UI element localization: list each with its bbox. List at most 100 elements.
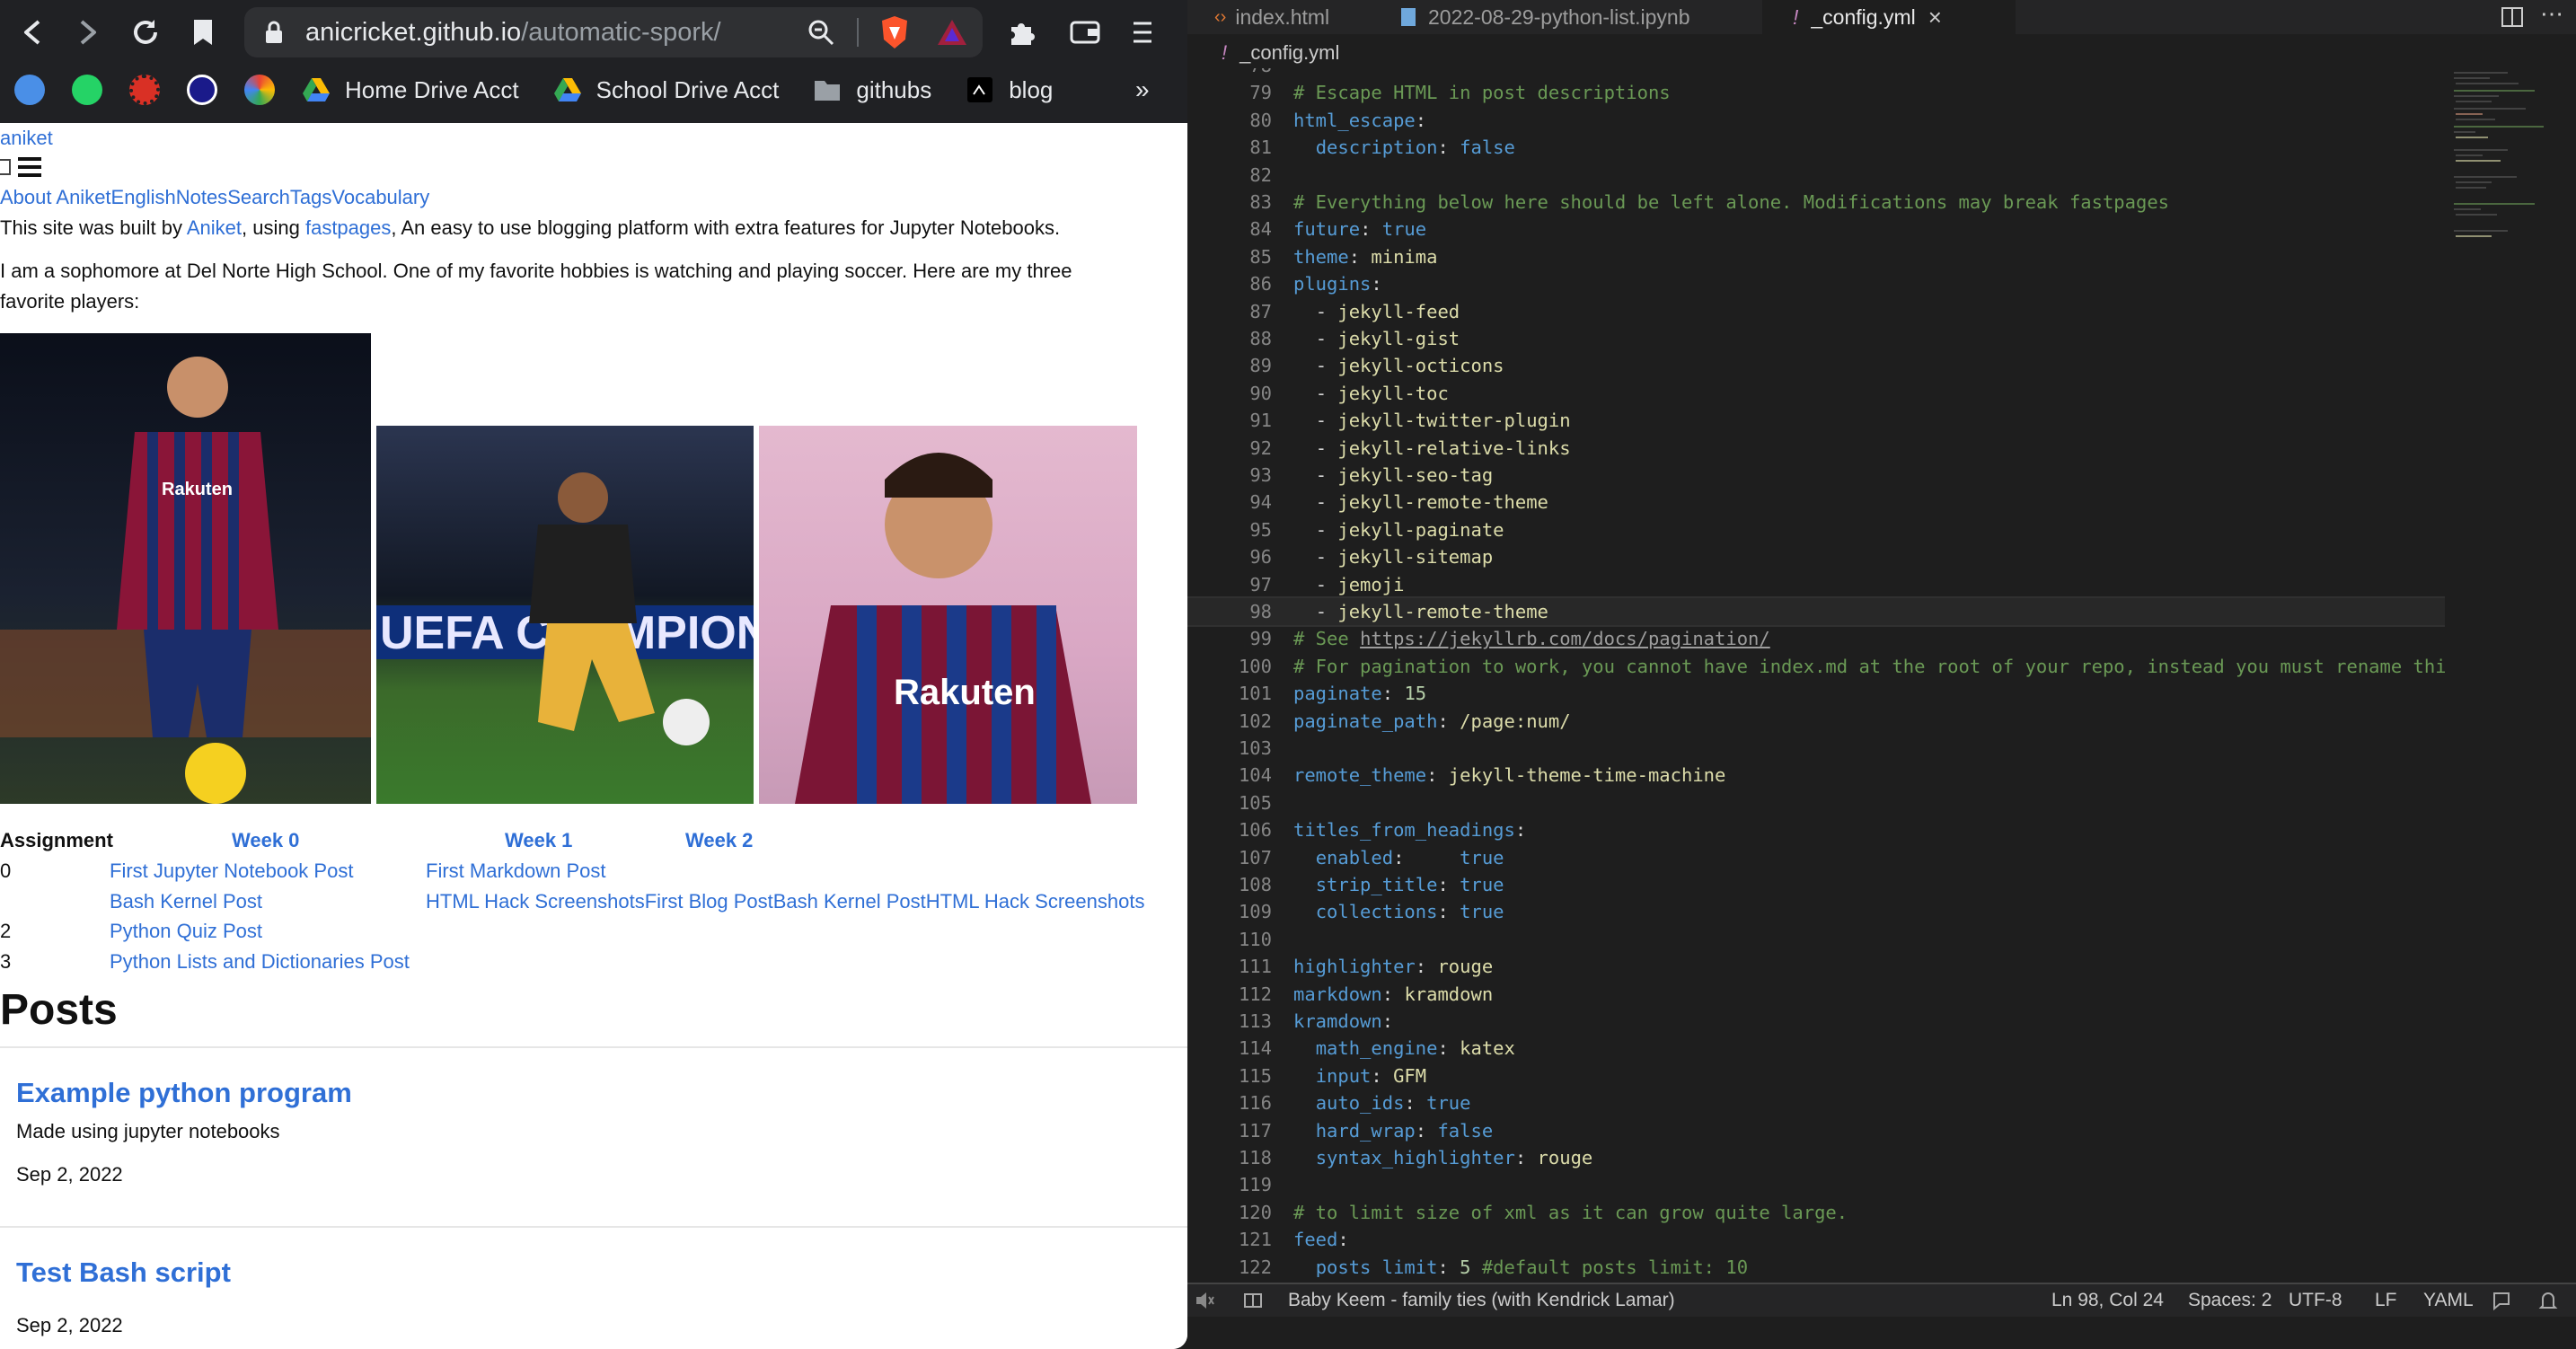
code-line[interactable]: 107 enabled: true xyxy=(1187,844,2445,871)
cursor-position[interactable]: Ln 98, Col 24 xyxy=(2051,1284,2164,1317)
table-row-link[interactable]: HTML Hack ScreenshotsFirst Blog PostBash… xyxy=(426,890,1144,913)
extensions-icon[interactable] xyxy=(1002,13,1042,52)
nav-link-notes[interactable]: Notes xyxy=(176,186,227,208)
code-line[interactable]: 93 - jekyll-seo-tag xyxy=(1187,462,2445,489)
encoding[interactable]: UTF-8 xyxy=(2289,1284,2342,1317)
zoom-icon[interactable] xyxy=(807,18,835,51)
speaker-muted-icon[interactable] xyxy=(1195,1284,1214,1327)
code-line[interactable]: 97 - jemoji xyxy=(1187,571,2445,598)
more-actions-icon[interactable]: ⋯ xyxy=(2540,0,2563,28)
code-line[interactable]: 121 feed: xyxy=(1187,1226,2445,1253)
code-line[interactable]: 95 - jekyll-paginate xyxy=(1187,516,2445,543)
code-line[interactable]: 106 titles_from_headings: xyxy=(1187,816,2445,843)
code-line[interactable]: 109 collections: true xyxy=(1187,898,2445,925)
bell-icon[interactable] xyxy=(2538,1284,2558,1327)
line-ending[interactable]: LF xyxy=(2375,1284,2397,1317)
now-playing[interactable]: Baby Keem - family ties (with Kendrick L… xyxy=(1288,1284,1675,1317)
code-line[interactable]: 102 paginate_path: /page:num/ xyxy=(1187,708,2445,735)
code-line[interactable]: 80 html_escape: xyxy=(1187,107,2445,134)
breadcrumb-item[interactable]: _config.yml xyxy=(1239,41,1339,64)
code-line[interactable]: 86 plugins: xyxy=(1187,270,2445,297)
close-icon[interactable]: × xyxy=(1928,4,1942,31)
code-line[interactable]: 119 xyxy=(1187,1171,2445,1198)
nav-checkbox[interactable] xyxy=(0,159,11,175)
tab-python-list-notebook[interactable]: 2022-08-29-python-list.ipynb xyxy=(1378,0,1755,34)
code-line[interactable]: 92 - jekyll-relative-links xyxy=(1187,435,2445,462)
site-brand-link[interactable]: aniket xyxy=(0,127,53,150)
code-line[interactable]: 110 xyxy=(1187,926,2445,953)
indentation[interactable]: Spaces: 2 xyxy=(2188,1284,2272,1317)
table-row-link[interactable]: Python Quiz Post xyxy=(110,920,262,943)
app-icon[interactable] xyxy=(129,75,160,105)
code-line[interactable]: 112 markdown: kramdown xyxy=(1187,981,2445,1008)
code-line[interactable]: 117 hard_wrap: false xyxy=(1187,1117,2445,1144)
nav-link-about[interactable]: About Aniket xyxy=(0,186,111,208)
table-row-link[interactable]: Python Lists and Dictionaries Post xyxy=(110,950,410,974)
code-line[interactable]: 116 auto_ids: true xyxy=(1187,1089,2445,1116)
code-line[interactable]: 103 xyxy=(1187,735,2445,762)
code-line[interactable]: 99 # See https://jekyllrb.com/docs/pagina… xyxy=(1187,625,2445,652)
player-icon[interactable] xyxy=(1243,1284,1263,1327)
code-line[interactable]: 120 # to limit size of xml as it can grow… xyxy=(1187,1199,2445,1226)
back-icon[interactable] xyxy=(13,13,52,52)
code-line[interactable]: 108 strip_title: true xyxy=(1187,871,2445,898)
code-line[interactable]: 101 paginate: 15 xyxy=(1187,680,2445,707)
bookmarks-overflow-button[interactable]: » xyxy=(1135,75,1150,104)
code-line[interactable]: 90 - jekyll-toc xyxy=(1187,380,2445,407)
ublock-icon[interactable] xyxy=(187,75,217,105)
menu-icon[interactable] xyxy=(1123,13,1162,52)
bookmark-blog[interactable]: blog xyxy=(966,76,1053,104)
code-line[interactable]: 94 - jekyll-remote-theme xyxy=(1187,489,2445,516)
bookmark-home-drive[interactable]: Home Drive Acct xyxy=(302,76,519,104)
code-line[interactable]: 85 theme: minima xyxy=(1187,243,2445,270)
code-line[interactable]: 83 # Everything below here should be left… xyxy=(1187,189,2445,216)
code-line[interactable]: 78 xyxy=(1187,68,2445,79)
minimap[interactable] xyxy=(2452,68,2558,338)
reload-icon[interactable] xyxy=(126,13,165,52)
code-area[interactable]: 78 79 # Escape HTML in post descriptions 80… xyxy=(1187,68,2445,1277)
code-line[interactable]: 84 future: true xyxy=(1187,216,2445,242)
fastpages-link[interactable]: fastpages xyxy=(305,216,391,239)
author-link[interactable]: Aniket xyxy=(187,216,242,239)
code-line[interactable]: 115 input: GFM xyxy=(1187,1062,2445,1089)
brave-rewards-icon[interactable] xyxy=(936,18,968,51)
table-row-link[interactable]: First Markdown Post xyxy=(426,860,606,883)
bookmark-star-icon[interactable] xyxy=(183,13,223,52)
nav-link-english[interactable]: English xyxy=(111,186,176,208)
wallet-icon[interactable] xyxy=(1065,13,1105,52)
table-row-link[interactable]: First Jupyter Notebook Post xyxy=(110,860,353,883)
tab-config-yml[interactable]: ! _config.yml × xyxy=(1762,0,2016,34)
pinwheel-icon[interactable] xyxy=(244,75,275,105)
bookmark-school-drive[interactable]: School Drive Acct xyxy=(553,76,779,104)
nav-link-search[interactable]: Search xyxy=(227,186,290,208)
whatsapp-icon[interactable] xyxy=(72,75,102,105)
feedback-icon[interactable] xyxy=(2492,1284,2511,1327)
code-line[interactable]: 122 posts_limit: 5 #default posts_limit:… xyxy=(1187,1254,2445,1277)
tab-index-html[interactable]: ‹› index.html xyxy=(1187,0,1367,34)
code-line[interactable]: 79 # Escape HTML in post descriptions xyxy=(1187,79,2445,106)
code-line[interactable]: 87 - jekyll-feed xyxy=(1187,298,2445,325)
nav-link-tags[interactable]: Tags xyxy=(290,186,331,208)
code-line[interactable]: 91 - jekyll-twitter-plugin xyxy=(1187,407,2445,434)
code-line[interactable]: 118 syntax_highlighter: rouge xyxy=(1187,1144,2445,1171)
split-editor-icon[interactable] xyxy=(2501,5,2524,32)
code-line[interactable]: 104 remote_theme: jekyll-theme-time-machi… xyxy=(1187,762,2445,789)
code-line[interactable]: 89 - jekyll-octicons xyxy=(1187,352,2445,379)
code-line[interactable]: 98 - jekyll-remote-theme xyxy=(1187,596,2445,627)
brave-shield-icon[interactable] xyxy=(878,14,911,55)
address-bar[interactable]: anicricket.github.io/automatic-spork/ xyxy=(244,7,983,57)
nav-link-vocabulary[interactable]: Vocabulary xyxy=(331,186,429,208)
code-line[interactable]: 111 highlighter: rouge xyxy=(1187,953,2445,980)
code-line[interactable]: 82 xyxy=(1187,162,2445,189)
code-line[interactable]: 96 - jekyll-sitemap xyxy=(1187,543,2445,570)
code-line[interactable]: 113 kramdown: xyxy=(1187,1008,2445,1035)
hamburger-icon[interactable] xyxy=(16,155,43,179)
safari-icon[interactable] xyxy=(14,75,45,105)
code-line[interactable]: 81 description: false xyxy=(1187,134,2445,161)
language-mode[interactable]: YAML xyxy=(2423,1284,2474,1317)
code-line[interactable]: 88 - jekyll-gist xyxy=(1187,325,2445,352)
post-title-link[interactable]: Example python program xyxy=(16,1077,352,1109)
forward-icon[interactable] xyxy=(68,13,108,52)
table-row-link[interactable]: Bash Kernel Post xyxy=(110,890,262,913)
post-title-link[interactable]: Test Bash script xyxy=(16,1256,231,1289)
